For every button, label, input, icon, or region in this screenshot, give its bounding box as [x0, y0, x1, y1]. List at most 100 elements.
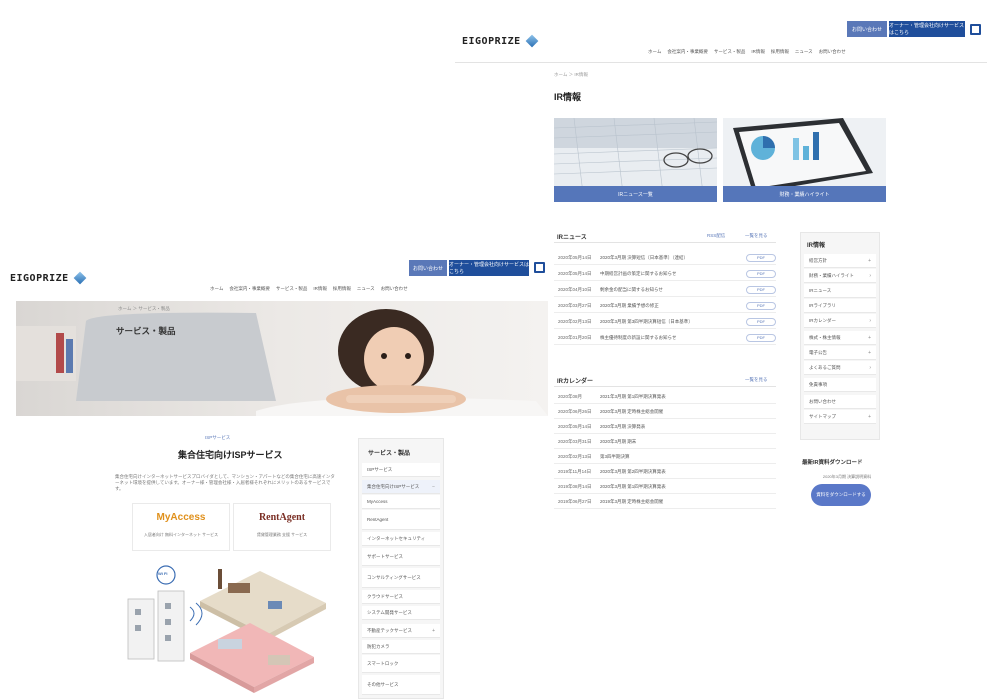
nav-contact[interactable]: お問い合わせ	[381, 286, 408, 292]
myaccess-logo: MyAccess	[156, 512, 206, 523]
ir-news-row[interactable]: 2020年05月14日 中期経営計画の策定に関するお知らせ PDF	[554, 267, 776, 281]
news-title[interactable]: 2020年3月期 決算短信〔日本基準〕（連結）	[600, 255, 746, 261]
nav-contact[interactable]: お問い合わせ	[819, 49, 846, 55]
sidebar-item[interactable]: 電子公告 +	[804, 346, 876, 360]
calendar-date: 2020年02月13日	[558, 453, 592, 459]
sidebar-item[interactable]: システム開発サービス	[362, 606, 440, 620]
breadcrumb[interactable]: ホーム ＞ サービス・製品	[118, 306, 170, 312]
services-sidebar-title: サービス・製品	[368, 451, 411, 457]
wifi-label: Wi Fi	[158, 571, 168, 576]
services-page-screenshot: EIGOPRIZE お問い合わせ オーナー・管理会社向けサービスはこちら ホーム…	[0, 255, 548, 699]
sidebar-item[interactable]: サイトマップ +	[804, 410, 876, 424]
owner-service-button[interactable]: オーナー・管理会社向けサービスはこちら	[889, 21, 965, 37]
sidebar-item-label: システム開発サービス	[367, 609, 412, 615]
sidebar-item[interactable]: MyAccess	[362, 495, 440, 509]
rentagent-card[interactable]: RentAgent 賃貸管理業務 支援 サービス	[233, 503, 331, 551]
contact-button[interactable]: お問い合わせ	[409, 260, 447, 276]
nav-services[interactable]: サービス・製品	[276, 286, 308, 292]
external-link-icon[interactable]	[970, 24, 981, 35]
header-divider	[455, 62, 987, 63]
sidebar-item[interactable]: クラウドサービス	[362, 590, 440, 604]
calendar-date: 2019年06月27日	[558, 498, 592, 504]
ir-news-more-link[interactable]: 一覧を見る	[745, 233, 768, 239]
sidebar-item-label: 免責事項	[809, 381, 827, 387]
sidebar-item[interactable]: その他サービス	[362, 675, 440, 695]
calendar-date: 2020年05月14日	[558, 423, 592, 429]
sidebar-item[interactable]: サポートサービス	[362, 548, 440, 566]
nav-company[interactable]: 会社案内・事業概要	[229, 286, 270, 292]
sidebar-item-label: IRニュース	[809, 287, 832, 293]
diamond-logo-icon	[525, 34, 539, 48]
nav-services[interactable]: サービス・製品	[714, 49, 746, 55]
ir-news-row[interactable]: 2020年04月10日 剰余金の配当に関するお知らせ PDF	[554, 283, 776, 297]
minus-icon: −	[432, 483, 435, 490]
main-nav: ホーム 会社案内・事業概要 サービス・製品 IR情報 採用情報 ニュース お問い…	[648, 49, 846, 55]
sidebar-item[interactable]: 財務・業績ハイライト ›	[804, 269, 876, 283]
ir-news-banner[interactable]: IRニュース一覧	[554, 118, 717, 202]
sidebar-item[interactable]: RentAgent	[362, 510, 440, 530]
company-logo[interactable]: EIGOPRIZE	[10, 271, 87, 285]
calendar-title[interactable]: 第3四半期決算	[600, 454, 776, 460]
sidebar-item[interactable]: 防犯カメラ	[362, 640, 440, 654]
external-link-icon[interactable]	[534, 262, 545, 273]
sidebar-item[interactable]: コンサルティングサービス	[362, 568, 440, 588]
ir-news-divider	[554, 242, 776, 243]
sidebar-item[interactable]: お問い合わせ	[804, 395, 876, 409]
nav-news[interactable]: ニュース	[795, 49, 813, 55]
sidebar-item[interactable]: よくあるご質問 ›	[804, 361, 876, 375]
rss-link[interactable]: RSS配信	[707, 233, 725, 239]
news-title[interactable]: 2020年3月期 第3四半期決算短信〔日本基準〕	[600, 319, 746, 325]
download-button[interactable]: 資料をダウンロードする	[811, 484, 871, 506]
sidebar-item[interactable]: IRカレンダー ›	[804, 314, 876, 328]
nav-home[interactable]: ホーム	[648, 49, 661, 55]
sidebar-item[interactable]: 経営方針 +	[804, 254, 876, 268]
page-title: IR情報	[554, 92, 582, 102]
nav-news[interactable]: ニュース	[357, 286, 375, 292]
contact-button[interactable]: お問い合わせ	[847, 21, 887, 37]
sidebar-item[interactable]: ISPサービス	[362, 463, 440, 477]
sidebar-item-active[interactable]: 集合住宅向けISPサービス −	[362, 480, 440, 494]
sidebar-item-label: サポートサービス	[367, 553, 403, 559]
calendar-date: 2020年03月31日	[558, 438, 592, 444]
sidebar-item[interactable]: 不動産テックサービス +	[362, 624, 440, 638]
sidebar-item[interactable]: IRライブラリ	[804, 299, 876, 313]
sidebar-item[interactable]: インターネットセキュリティ	[362, 532, 440, 546]
sidebar-item[interactable]: IRニュース	[804, 284, 876, 298]
nav-ir[interactable]: IR情報	[751, 49, 765, 55]
sidebar-item-label: よくあるご質問	[809, 364, 841, 370]
news-title[interactable]: 剰余金の配当に関するお知らせ	[600, 287, 746, 293]
news-title[interactable]: 中期経営計画の策定に関するお知らせ	[600, 271, 746, 277]
sidebar-item[interactable]: 株式・株主情報 +	[804, 331, 876, 345]
sidebar-item-label: MyAccess	[367, 499, 388, 504]
diamond-logo-icon	[73, 271, 87, 285]
ir-news-row[interactable]: 2020年03月27日 2020年3月期 業績予想の修正 PDF	[554, 299, 776, 313]
sidebar-item-label: 集合住宅向けISPサービス	[367, 483, 420, 489]
calendar-row: 2020年06月26日 2020年3月期 定時株主総会開催	[554, 405, 776, 419]
company-logo[interactable]: EIGOPRIZE	[462, 34, 539, 48]
financial-banner[interactable]: 財務・業績ハイライト	[723, 118, 886, 202]
ir-news-row[interactable]: 2020年05月14日 2020年3月期 決算短信〔日本基準〕（連結） PDF	[554, 251, 776, 265]
ir-sidebar-title: IR情報	[807, 243, 826, 249]
nav-ir[interactable]: IR情報	[313, 286, 327, 292]
nav-company[interactable]: 会社案内・事業概要	[667, 49, 708, 55]
news-title[interactable]: 2020年3月期 業績予想の修正	[600, 303, 746, 309]
sidebar-item-label: 不動産テックサービス	[367, 627, 412, 633]
plus-icon: +	[868, 257, 871, 264]
ir-news-row[interactable]: 2020年01月20日 株主優待制度の新設に関するお知らせ PDF	[554, 331, 776, 345]
news-date: 2020年04月10日	[558, 286, 592, 292]
news-title[interactable]: 株主優待制度の新設に関するお知らせ	[600, 335, 746, 341]
breadcrumb[interactable]: ホーム ＞ IR情報	[554, 72, 588, 78]
pdf-badge: PDF	[746, 317, 776, 326]
myaccess-card[interactable]: MyAccess 入居者向け 無料インターネット サービス	[132, 503, 230, 551]
ir-calendar-more-link[interactable]: 一覧を見る	[745, 377, 768, 383]
ir-news-row[interactable]: 2020年02月13日 2020年3月期 第3四半期決算短信〔日本基準〕 PDF	[554, 315, 776, 329]
nav-home[interactable]: ホーム	[210, 286, 223, 292]
sidebar-item[interactable]: 免責事項	[804, 378, 876, 392]
nav-recruit[interactable]: 採用情報	[333, 286, 351, 292]
owner-service-button[interactable]: オーナー・管理会社向けサービスはこちら	[449, 260, 529, 276]
calendar-row: 2019年08月14日 2020年3月期 第1四半期決算発表	[554, 480, 776, 494]
sidebar-item-label: ISPサービス	[367, 466, 393, 472]
nav-recruit[interactable]: 採用情報	[771, 49, 789, 55]
calendar-date: 2019年11月14日	[558, 468, 592, 474]
sidebar-item[interactable]: スマートロック	[362, 655, 440, 673]
